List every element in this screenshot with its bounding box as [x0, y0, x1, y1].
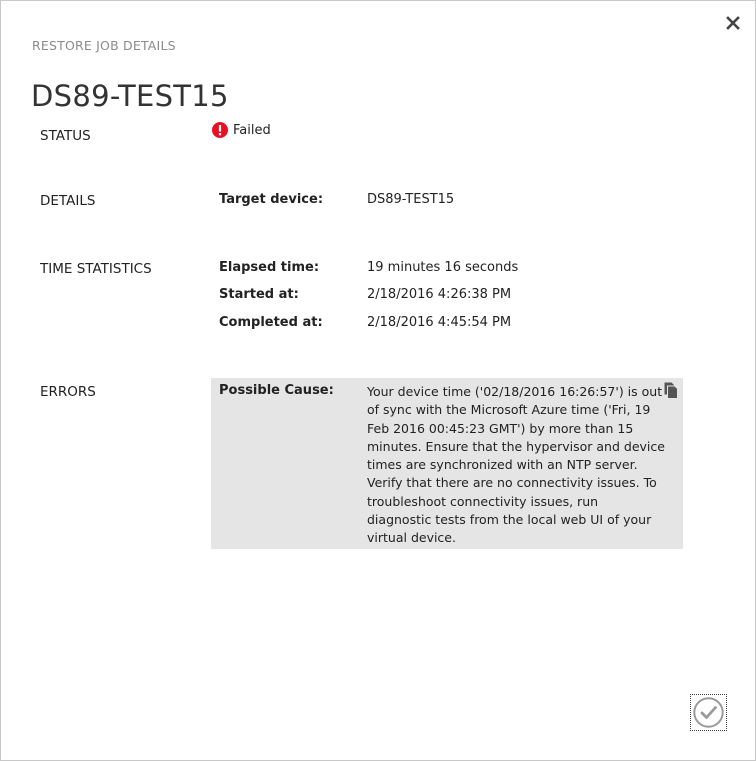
- restore-job-details-dialog: RESTORE JOB DETAILS DS89-TEST15 STATUS F…: [0, 0, 756, 761]
- copy-icon: [664, 382, 678, 399]
- started-at-label: Started at:: [219, 287, 299, 302]
- elapsed-time-value: 19 minutes 16 seconds: [367, 260, 519, 275]
- close-icon: [726, 16, 740, 30]
- dialog-label: RESTORE JOB DETAILS: [32, 38, 176, 53]
- page-title: DS89-TEST15: [31, 79, 229, 113]
- completed-at-label: Completed at:: [219, 315, 323, 330]
- elapsed-time-label: Elapsed time:: [219, 260, 320, 275]
- error-details-box: Possible Cause: Your device time ('02/18…: [211, 378, 683, 549]
- details-section-label: DETAILS: [40, 193, 96, 209]
- target-device-value: DS89-TEST15: [367, 192, 455, 207]
- ok-button[interactable]: [690, 694, 727, 731]
- possible-cause-text: Your device time ('02/18/2016 16:26:57')…: [367, 384, 665, 546]
- error-icon: [212, 122, 228, 138]
- started-at-value: 2/18/2016 4:26:38 PM: [367, 287, 512, 302]
- time-statistics-section-label: TIME STATISTICS: [40, 261, 152, 277]
- status-value: Failed: [233, 122, 271, 138]
- possible-cause-label: Possible Cause:: [219, 383, 334, 398]
- errors-section-label: ERRORS: [40, 384, 96, 400]
- status-section-label: STATUS: [40, 128, 91, 144]
- close-button[interactable]: [725, 15, 741, 31]
- checkmark-icon: [693, 697, 724, 728]
- completed-at-value: 2/18/2016 4:45:54 PM: [367, 315, 512, 330]
- copy-button[interactable]: [664, 382, 678, 403]
- status-indicator: Failed: [212, 122, 271, 138]
- target-device-label: Target device:: [219, 192, 324, 207]
